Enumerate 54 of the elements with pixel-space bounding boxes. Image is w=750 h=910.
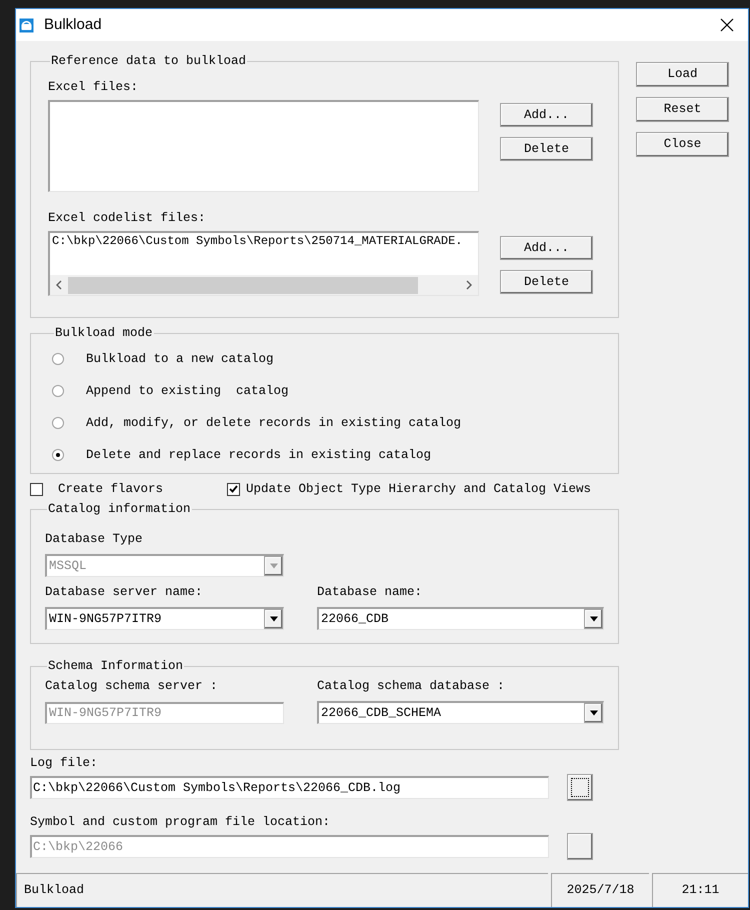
dialog-button[interactable]: Reset: [636, 97, 729, 122]
checkbox-label: Update Object Type Hierarchy and Catalog Views: [246, 480, 592, 498]
radio-label: Add, modify, or delete records in existing catalog: [86, 414, 462, 432]
dropdown-field[interactable]: WIN-9NG57P7ITR9: [45, 607, 284, 630]
app-icon: [19, 18, 34, 32]
field-label: Database server name:: [45, 585, 204, 600]
status-pane: Bulkload: [16, 873, 548, 907]
radio-label: Delete and replace records in existing catalog: [86, 446, 432, 464]
path-label: Symbol and custom program file location:: [30, 815, 332, 830]
list-label: Excel files:: [48, 80, 140, 95]
field-label: Database name:: [317, 585, 424, 600]
radio-button[interactable]: [52, 417, 64, 429]
radio-button[interactable]: [52, 353, 64, 365]
close-icon[interactable]: [720, 18, 734, 32]
checkbox-label: Create flavors: [58, 480, 164, 498]
scrollbar-thumb[interactable]: [68, 276, 418, 294]
field-label: Catalog schema database :: [317, 679, 506, 694]
status-pane: 21:11: [652, 873, 748, 907]
radio-button[interactable]: [52, 449, 64, 461]
dropdown-arrow-icon: [588, 710, 598, 716]
checkbox[interactable]: [30, 482, 43, 496]
file-list-item[interactable]: C:\bkp\22066\Custom Symbols\Reports\250714_MATERIALGRADE.: [50, 234, 478, 249]
dialog-button[interactable]: Load: [636, 62, 729, 87]
path-label: Log file:: [30, 756, 99, 771]
list-button[interactable]: Add...: [500, 236, 593, 260]
radio-label: Bulkload to a new catalog: [86, 350, 274, 368]
list-label: Excel codelist files:: [48, 211, 207, 226]
dropdown-arrow-icon: [588, 616, 598, 622]
status-pane: 2025/7/18: [551, 873, 649, 907]
group-title: Catalog information: [47, 502, 192, 516]
scroll-right-icon[interactable]: [466, 280, 472, 290]
checkbox[interactable]: [227, 482, 240, 496]
group-title: Bulkload mode: [54, 326, 154, 340]
browse-button[interactable]: [567, 774, 593, 801]
radio-button[interactable]: [52, 385, 64, 397]
dropdown-field[interactable]: 22066_CDB: [317, 607, 604, 630]
group-title: Reference data to bulkload: [50, 54, 248, 68]
file-list[interactable]: [48, 100, 479, 192]
field-label: Catalog schema server :: [45, 679, 219, 694]
path-field[interactable]: C:\bkp\22066\Custom Symbols\Reports\22066_CDB.log: [30, 776, 549, 799]
dropdown-arrow-icon: [268, 616, 278, 622]
file-list[interactable]: C:\bkp\22066\Custom Symbols\Reports\250714_MATERIALGRADE.: [48, 231, 479, 296]
list-button[interactable]: Delete: [500, 137, 593, 161]
group-title: Schema Information: [47, 659, 184, 673]
dropdown-field[interactable]: 22066_CDB_SCHEMA: [317, 701, 604, 724]
list-button[interactable]: Add...: [500, 103, 593, 127]
radio-label: Append to existing catalog: [86, 382, 289, 400]
scroll-left-icon[interactable]: [56, 280, 62, 290]
window-title: Bulkload: [44, 14, 102, 35]
dialog-button[interactable]: Close: [636, 132, 729, 157]
field-label: Database Type: [45, 532, 144, 547]
dropdown-arrow-icon: [268, 563, 278, 569]
list-button[interactable]: Delete: [500, 270, 593, 294]
horizontal-scrollbar[interactable]: [50, 275, 478, 295]
